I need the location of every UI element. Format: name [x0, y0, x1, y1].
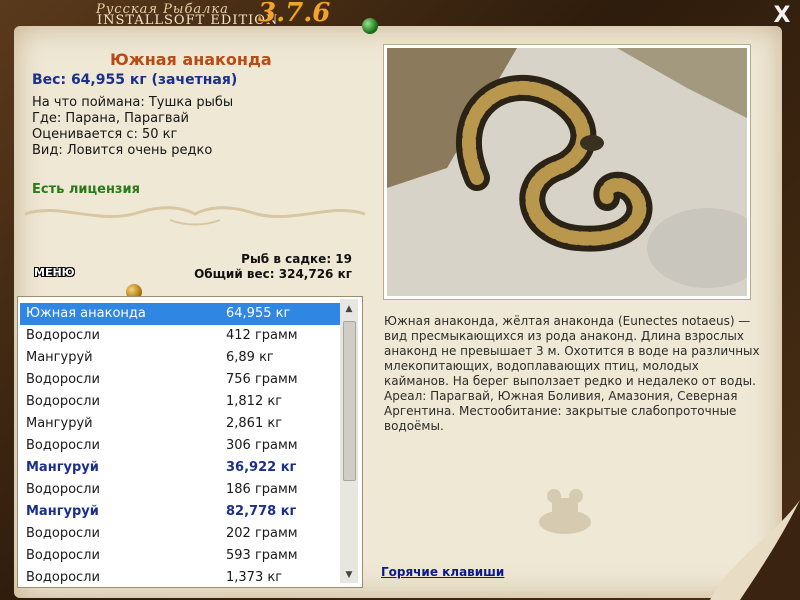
green-pin-icon — [362, 18, 378, 34]
catch-row-weight: 82,778 кг — [226, 504, 297, 519]
catch-row-name: Мангуруй — [26, 416, 93, 431]
catch-row-weight: 6,89 кг — [226, 350, 274, 365]
catch-row[interactable]: Водоросли 412 грамм — [20, 325, 340, 347]
catch-list[interactable]: Южная анаконда 64,955 кг Водоросли 412 грам… — [17, 296, 363, 588]
fish-description: Южная анаконда, жёлтая анаконда (Eunecte… — [384, 314, 760, 433]
hotkeys-link[interactable]: Горячие клавиши — [381, 565, 504, 579]
fish-photo — [387, 48, 747, 296]
menu-button[interactable]: МЕНЮ — [34, 266, 75, 279]
catch-row-name: Водоросли — [26, 482, 100, 497]
catch-row[interactable]: Мангуруй 82,778 кг — [20, 501, 340, 523]
catch-row-weight: 593 грамм — [226, 548, 298, 563]
catch-row-name: Мангуруй — [26, 350, 93, 365]
scroll-up-icon[interactable]: ▲ — [340, 301, 358, 317]
catch-row-name: Водоросли — [26, 526, 100, 541]
ornament-divider — [24, 206, 366, 226]
catch-row-name: Водоросли — [26, 548, 100, 563]
catch-row-weight: 186 грамм — [226, 482, 298, 497]
catch-row[interactable]: Мангуруй 6,89 кг — [20, 347, 340, 369]
game-window: Русская Рыбалка INSTALLSOFT EDITION 3.7.… — [0, 0, 800, 600]
catch-row[interactable]: Водоросли 202 грамм — [20, 523, 340, 545]
catch-row[interactable]: Мангуруй 2,861 кг — [20, 413, 340, 435]
scroll-down-icon[interactable]: ▼ — [340, 567, 358, 583]
catch-row-name: Южная анаконда — [26, 306, 146, 321]
catch-row-weight: 2,861 кг — [226, 416, 283, 431]
catch-row[interactable]: Водоросли 756 грамм — [20, 369, 340, 391]
catch-row[interactable]: Водоросли 186 грамм — [20, 479, 340, 501]
catch-row-name: Водоросли — [26, 570, 100, 585]
caught-on: На что поймана: Тушка рыбы — [32, 95, 234, 110]
catch-list-scrollbar[interactable]: ▲ ▼ — [340, 299, 358, 583]
min-weight: Оценивается с: 50 кг — [32, 127, 178, 142]
catch-row[interactable]: Южная анаконда 64,955 кг — [20, 303, 340, 325]
catch-row-name: Водоросли — [26, 372, 100, 387]
game-version: 3.7.6 — [258, 0, 331, 28]
catch-row-weight: 64,955 кг — [226, 306, 291, 321]
catch-row[interactable]: Водоросли 1,373 кг — [20, 567, 340, 587]
catch-row[interactable]: Мангуруй 36,922 кг — [20, 457, 340, 479]
catch-row-weight: 306 грамм — [226, 438, 298, 453]
total-weight: Общий вес: 324,726 кг — [194, 267, 352, 281]
scroll-thumb[interactable] — [343, 321, 356, 481]
catch-row[interactable]: Водоросли 593 грамм — [20, 545, 340, 567]
catch-row-name: Водоросли — [26, 394, 100, 409]
catch-row-weight: 1,812 кг — [226, 394, 283, 409]
fish-count: Рыб в садке: 19 — [241, 252, 352, 266]
catch-row-name: Мангуруй — [26, 460, 99, 475]
license-status: Есть лицензия — [32, 182, 140, 197]
catch-row-name: Мангуруй — [26, 504, 99, 519]
fish-name: Южная анаконда — [110, 50, 272, 69]
catch-row-weight: 412 грамм — [226, 328, 298, 343]
catch-row-weight: 1,373 кг — [226, 570, 283, 585]
catch-row-weight: 756 грамм — [226, 372, 298, 387]
page-curl — [710, 500, 800, 600]
catch-row-weight: 202 грамм — [226, 526, 298, 541]
catch-row[interactable]: Водоросли 1,812 кг — [20, 391, 340, 413]
fishing-location: Где: Парана, Парагвай — [32, 111, 189, 126]
rarity: Вид: Ловится очень редко — [32, 143, 213, 158]
catch-row-name: Водоросли — [26, 438, 100, 453]
fish-weight: Вес: 64,955 кг (зачетная) — [32, 72, 238, 88]
fish-stamp-icon — [539, 489, 591, 534]
catch-row-weight: 36,922 кг — [226, 460, 297, 475]
fish-photo-frame — [383, 44, 751, 300]
catch-row-name: Водоросли — [26, 328, 100, 343]
catch-row[interactable]: Водоросли 306 грамм — [20, 435, 340, 457]
close-button[interactable]: X — [770, 4, 794, 28]
keepnet-stats: Рыб в садке: 19 Общий вес: 324,726 кг — [190, 252, 352, 282]
